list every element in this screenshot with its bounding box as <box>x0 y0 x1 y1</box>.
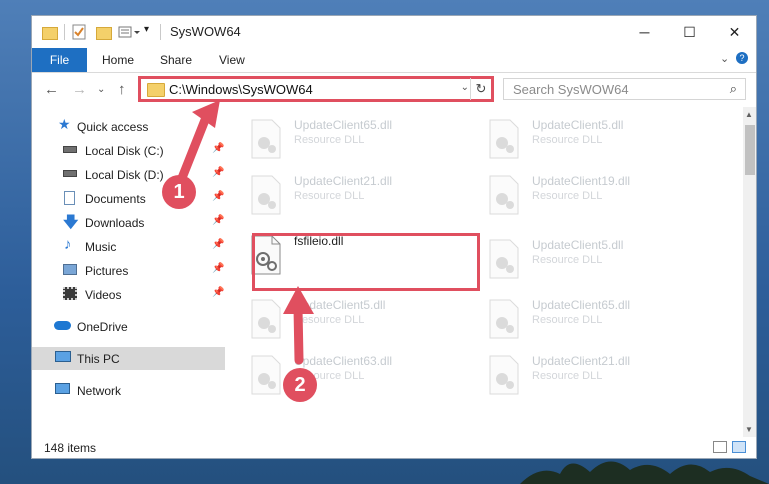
step-2-marker: 2 <box>283 368 317 402</box>
arrow-1-shaft <box>177 115 210 183</box>
annotation-arrows <box>177 100 314 365</box>
wallpaper-palm-silhouette <box>520 461 769 484</box>
arrow-2-shaft <box>293 303 304 365</box>
arrow-2-head <box>283 286 314 314</box>
step-1-marker: 1 <box>162 175 196 209</box>
file-explorer-window: ▾ SysWOW64 ─ ☐ ✕ File Home Share View ⌄ … <box>31 15 757 459</box>
